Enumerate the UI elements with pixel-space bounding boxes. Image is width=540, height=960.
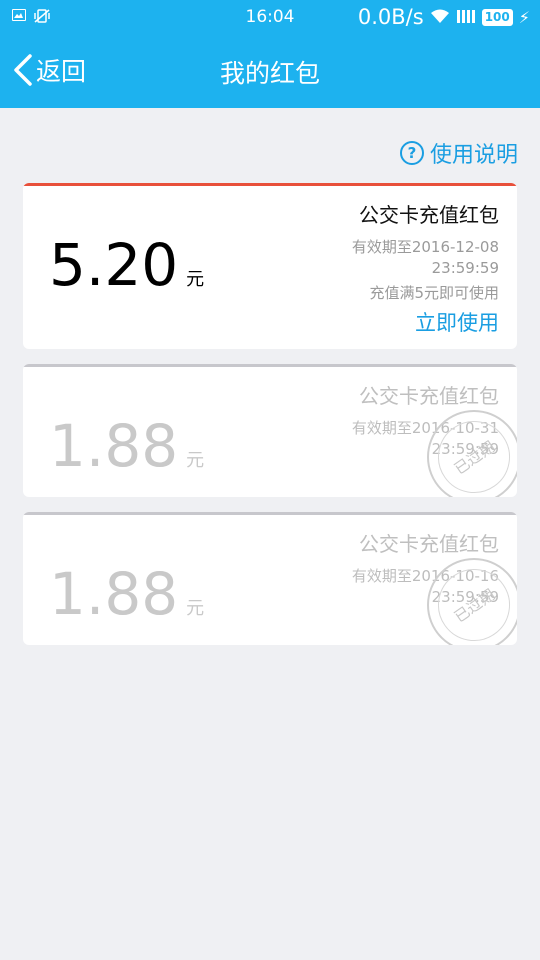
amount-unit: 元 bbox=[186, 598, 205, 619]
charging-icon: ⚡ bbox=[518, 7, 530, 27]
red-packet-card-expired: 1.88 元 公交卡充值红包 有效期至2016-10-31 23:59:59 已过… bbox=[23, 364, 517, 497]
amount-unit: 元 bbox=[186, 450, 205, 471]
wifi-icon bbox=[430, 5, 450, 29]
signal-icon bbox=[456, 5, 476, 29]
usage-condition: 充值满5元即可使用 bbox=[369, 284, 499, 302]
battery-icon: 100 bbox=[481, 8, 513, 26]
packet-amount: 1.88 元 bbox=[49, 412, 204, 480]
usage-instructions-link[interactable]: ? 使用说明 bbox=[399, 137, 518, 169]
packet-title: 公交卡充值红包 bbox=[359, 532, 499, 556]
page-title: 我的红包 bbox=[219, 59, 320, 88]
packet-amount: 5.20 元 bbox=[49, 231, 204, 299]
red-packet-card-active[interactable]: 5.20 元 公交卡充值红包 有效期至2016-12-08 23:59:59 充值… bbox=[23, 183, 517, 349]
app-header: 16:04 0.0B/s 100 ⚡ 返回 我的红包 bbox=[0, 0, 540, 108]
amount-value: 1.88 bbox=[49, 412, 179, 480]
network-speed: 0.0B/s bbox=[357, 5, 424, 29]
expired-stamp: 已过期 bbox=[423, 406, 517, 497]
packet-title: 公交卡充值红包 bbox=[359, 384, 499, 408]
card-details: 公交卡充值红包 有效期至2016-12-08 23:59:59 充值满5元即可使… bbox=[352, 199, 499, 337]
amount-value: 5.20 bbox=[49, 231, 179, 299]
question-icon: ? bbox=[399, 141, 424, 165]
expiry-time: 23:59:59 bbox=[431, 259, 499, 277]
nav-bar: 返回 我的红包 bbox=[0, 34, 540, 108]
status-icons-right: 0.0B/s 100 ⚡ bbox=[358, 5, 530, 29]
amount-value: 1.88 bbox=[49, 560, 179, 628]
card-accent-strip bbox=[23, 364, 517, 367]
card-accent-strip bbox=[23, 512, 517, 515]
use-now-button[interactable]: 立即使用 bbox=[352, 307, 499, 337]
packet-title: 公交卡充值红包 bbox=[359, 203, 499, 227]
card-accent-strip bbox=[23, 183, 517, 186]
amount-unit: 元 bbox=[186, 269, 205, 290]
red-packet-card-expired: 1.88 元 公交卡充值红包 有效期至2016-10-16 23:59:59 已过… bbox=[23, 512, 517, 645]
packet-amount: 1.88 元 bbox=[49, 560, 204, 628]
usage-instructions-label: 使用说明 bbox=[429, 143, 518, 168]
status-bar: 16:04 0.0B/s 100 ⚡ bbox=[0, 0, 540, 34]
expiry-date: 有效期至2016-12-08 bbox=[351, 238, 499, 256]
expired-stamp: 已过期 bbox=[423, 554, 517, 645]
